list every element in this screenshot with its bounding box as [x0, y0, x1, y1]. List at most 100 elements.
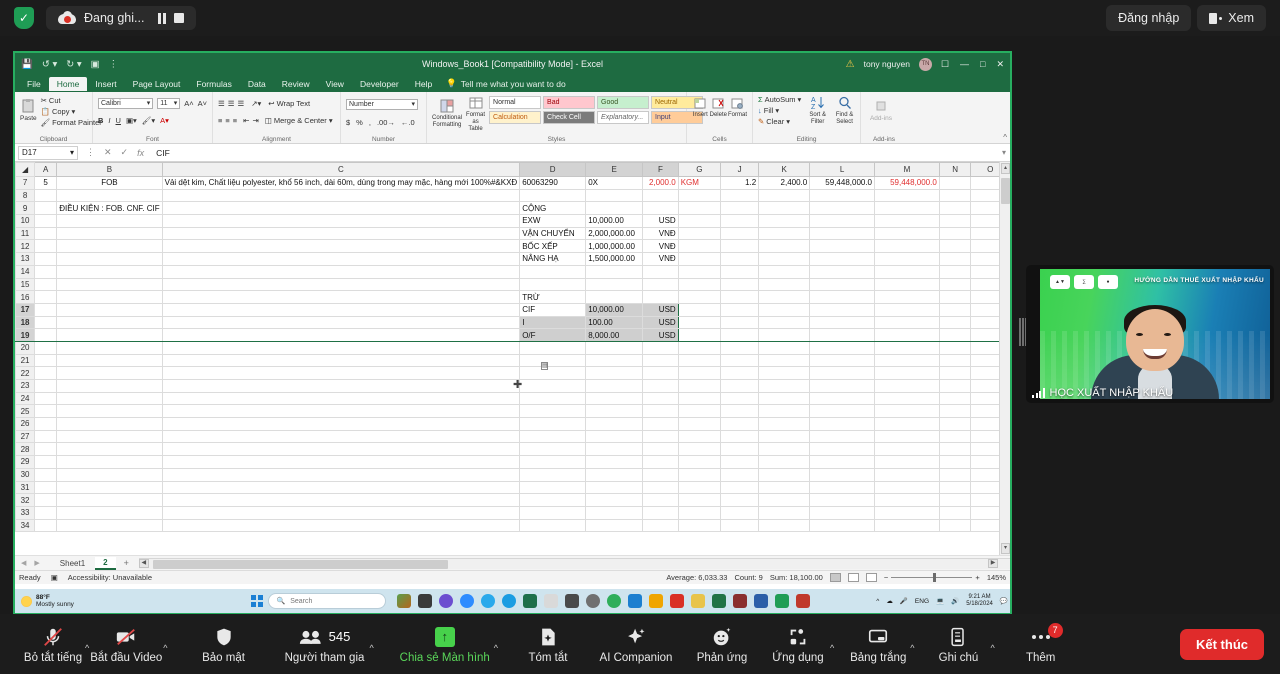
table-row[interactable]: 19 O/F 8,000.00 USD	[15, 328, 1010, 342]
cell-B7[interactable]: FOB	[56, 176, 163, 190]
cell-A7[interactable]: 5	[34, 176, 58, 190]
participant-video-tile[interactable]: ▲▼ ∑ ● HƯỚNG DẪN THUẾ XUẤT NHẬP KHẨU HỌC…	[1026, 265, 1274, 403]
sort-filter-button[interactable]: AZ Sort & Filter	[807, 95, 828, 126]
cell-N28[interactable]	[938, 442, 972, 457]
cell-D28[interactable]	[519, 442, 587, 457]
cell-A12[interactable]	[34, 239, 58, 254]
cell-L32[interactable]	[809, 493, 876, 507]
cell-K19[interactable]	[758, 328, 811, 342]
page-layout-view-button[interactable]	[847, 573, 859, 582]
cell-F24[interactable]	[642, 391, 679, 406]
cell-K23[interactable]	[758, 379, 811, 393]
cell-C10[interactable]	[161, 214, 521, 228]
cell-L33[interactable]	[809, 505, 876, 520]
cell-D25[interactable]	[519, 404, 587, 419]
cell-N27[interactable]	[938, 429, 972, 444]
cell-M22[interactable]	[874, 366, 940, 380]
row-header-13[interactable]: 13	[15, 252, 36, 266]
cell-B11[interactable]	[56, 226, 163, 241]
vertical-scroll-thumb[interactable]	[1001, 178, 1010, 204]
table-row[interactable]: 26	[15, 417, 1010, 431]
edge-icon[interactable]	[501, 594, 516, 608]
cell-L11[interactable]	[809, 226, 876, 241]
system-tray[interactable]: ^ ☁ 🎤 ENG 💻 🔊 9:21 AM 5/18/2024 💬	[876, 594, 1008, 607]
weather-widget[interactable]: 88°F Mostly sunny	[21, 594, 74, 608]
cell-F17[interactable]: USD	[642, 302, 679, 317]
cell-A13[interactable]	[34, 252, 58, 266]
cell-B26[interactable]	[56, 417, 163, 431]
cell-N29[interactable]	[938, 455, 972, 469]
avatar[interactable]: TN	[918, 57, 932, 71]
comma-style-button[interactable]: ,	[369, 118, 371, 127]
cell-L18[interactable]	[809, 315, 876, 330]
cell-L14[interactable]	[809, 264, 876, 279]
cell-E26[interactable]	[585, 417, 644, 431]
row-header-28[interactable]: 28	[15, 442, 36, 457]
cell-K27[interactable]	[758, 429, 811, 444]
cancel-edit-icon[interactable]: ✕	[104, 147, 112, 158]
clear-button[interactable]: ✎ Clear ▾	[758, 117, 801, 126]
restore-button[interactable]: □	[980, 59, 985, 70]
row-header-20[interactable]: 20	[15, 340, 36, 355]
cell-M34[interactable]	[874, 518, 940, 533]
windows-start-icon[interactable]	[251, 595, 263, 607]
cell-L16[interactable]	[809, 290, 876, 304]
table-row[interactable]: 13 NÂNG HẠ 1,500,000.00 VNĐ	[15, 252, 1010, 266]
cell-N25[interactable]	[938, 404, 972, 419]
cell-E20[interactable]	[585, 340, 644, 355]
style-bad[interactable]: Bad	[543, 96, 596, 109]
cell-B34[interactable]	[56, 518, 163, 533]
cell-D13[interactable]: NÂNG HẠ	[519, 252, 587, 266]
cell-E12[interactable]: 1,000,000.00	[585, 239, 644, 254]
cell-N19[interactable]	[938, 328, 972, 342]
copilot-icon[interactable]	[396, 594, 411, 608]
cell-J34[interactable]	[719, 518, 760, 533]
col-header-C[interactable]: C	[161, 162, 521, 177]
cell-M31[interactable]	[874, 480, 940, 495]
cloud-sync-icon[interactable]: ☁	[886, 597, 893, 605]
table-row[interactable]: 20	[15, 340, 1010, 355]
cell-B27[interactable]	[56, 429, 163, 444]
cell-C8[interactable]	[161, 188, 521, 203]
cell-G27[interactable]	[677, 429, 721, 444]
microphone-tray-icon[interactable]: 🎤	[900, 597, 908, 605]
cell-D33[interactable]	[519, 505, 587, 520]
pause-recording-button[interactable]	[158, 12, 167, 24]
cell-K26[interactable]	[758, 417, 811, 431]
undo-icon[interactable]: ↺ ▾	[42, 59, 57, 70]
cell-G9[interactable]	[677, 201, 721, 216]
table-row[interactable]: 9 ĐIỀU KIỆN : FOB. CNF. CIF CỘNG	[15, 201, 1010, 216]
cell-C26[interactable]	[161, 417, 521, 431]
cell-K16[interactable]	[758, 290, 811, 304]
borders-button[interactable]: ▣▾	[126, 116, 137, 125]
word-taskbar-icon[interactable]	[753, 594, 768, 608]
row-header-12[interactable]: 12	[15, 239, 36, 254]
table-row[interactable]: 10 EXW 10,000.00 USD	[15, 214, 1010, 228]
cell-L10[interactable]	[809, 214, 876, 228]
cell-D23[interactable]	[519, 379, 587, 393]
cell-A20[interactable]	[34, 340, 58, 355]
cell-M33[interactable]	[874, 505, 940, 520]
collapse-ribbon-button[interactable]: ^	[1003, 133, 1007, 142]
table-row[interactable]: 32	[15, 493, 1010, 507]
dark-app-icon[interactable]	[564, 594, 579, 608]
cell-F29[interactable]	[642, 455, 679, 469]
zoom-level[interactable]: 145%	[987, 573, 1006, 582]
cell-G29[interactable]	[677, 455, 721, 469]
cell-D11[interactable]: VẬN CHUYỂN	[519, 226, 587, 241]
align-top-button[interactable]: ☰	[218, 99, 225, 108]
decrease-indent-button[interactable]: ⇤	[243, 116, 249, 125]
cell-M12[interactable]	[874, 239, 940, 254]
teams-icon[interactable]	[438, 594, 453, 608]
cell-G14[interactable]	[677, 264, 721, 279]
cell-E8[interactable]	[585, 188, 644, 203]
col-header-B[interactable]: B	[56, 162, 163, 177]
cell-C22[interactable]	[161, 366, 521, 380]
cell-E25[interactable]	[585, 404, 644, 419]
more-button[interactable]: 7 Thêm	[1010, 616, 1072, 672]
cell-J19[interactable]	[719, 328, 760, 342]
cell-N10[interactable]	[938, 214, 972, 228]
input-language[interactable]: ENG	[915, 598, 929, 605]
audio-options-caret[interactable]: ^	[85, 635, 89, 653]
accessibility-status[interactable]: Accessibility: Unavailable	[68, 573, 152, 582]
